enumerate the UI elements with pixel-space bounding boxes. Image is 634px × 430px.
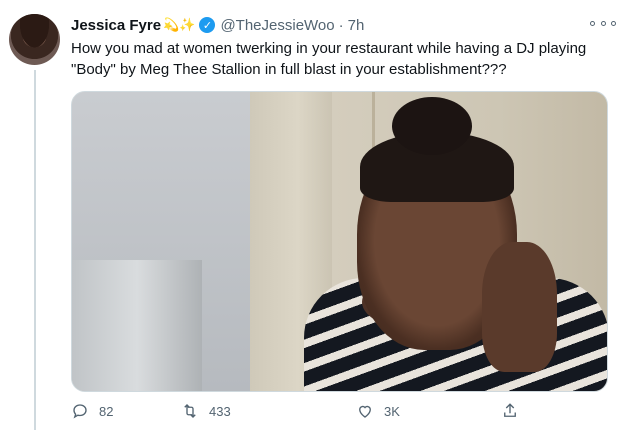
thread-line: [34, 70, 36, 430]
like-count: 3K: [384, 403, 400, 419]
more-options-icon[interactable]: [590, 16, 616, 30]
more-dot: [611, 20, 616, 26]
retweet-count: 433: [209, 403, 231, 419]
tweet-actions-bar: 82 433 3K: [71, 400, 616, 424]
avatar[interactable]: [9, 14, 60, 65]
avatar-hair: [9, 14, 60, 65]
reply-button[interactable]: 82: [71, 402, 113, 420]
verified-badge-icon: ✓: [199, 17, 216, 33]
retweet-button[interactable]: 433: [181, 402, 231, 420]
author-handle[interactable]: @TheJessieWoo: [220, 17, 334, 34]
media-person-hand: [482, 242, 557, 372]
heart-icon: [359, 405, 371, 418]
retweet-icon: [184, 404, 196, 418]
tweet-media-image[interactable]: [71, 91, 608, 392]
timestamp[interactable]: 7h: [348, 17, 365, 34]
more-dot: [590, 20, 595, 26]
share-icon: [504, 403, 516, 417]
reply-count: 82: [99, 403, 114, 419]
separator-dot: ·: [338, 16, 344, 34]
author-emojis: 💫✨: [163, 17, 196, 32]
media-fridge: [72, 260, 202, 391]
tweet-card[interactable]: Jessica Fyre 💫✨ ✓ @TheJessieWoo · 7h How…: [0, 0, 634, 430]
like-button[interactable]: 3K: [356, 402, 400, 420]
tweet-text: How you mad at women twerking in your re…: [71, 40, 587, 78]
comment-icon: [73, 404, 87, 419]
tweet-header: Jessica Fyre 💫✨ ✓ @TheJessieWoo · 7h: [71, 14, 364, 36]
media-person-bun: [392, 97, 472, 155]
more-dot: [600, 20, 606, 26]
author-name[interactable]: Jessica Fyre: [71, 17, 161, 34]
share-button[interactable]: [501, 402, 529, 420]
